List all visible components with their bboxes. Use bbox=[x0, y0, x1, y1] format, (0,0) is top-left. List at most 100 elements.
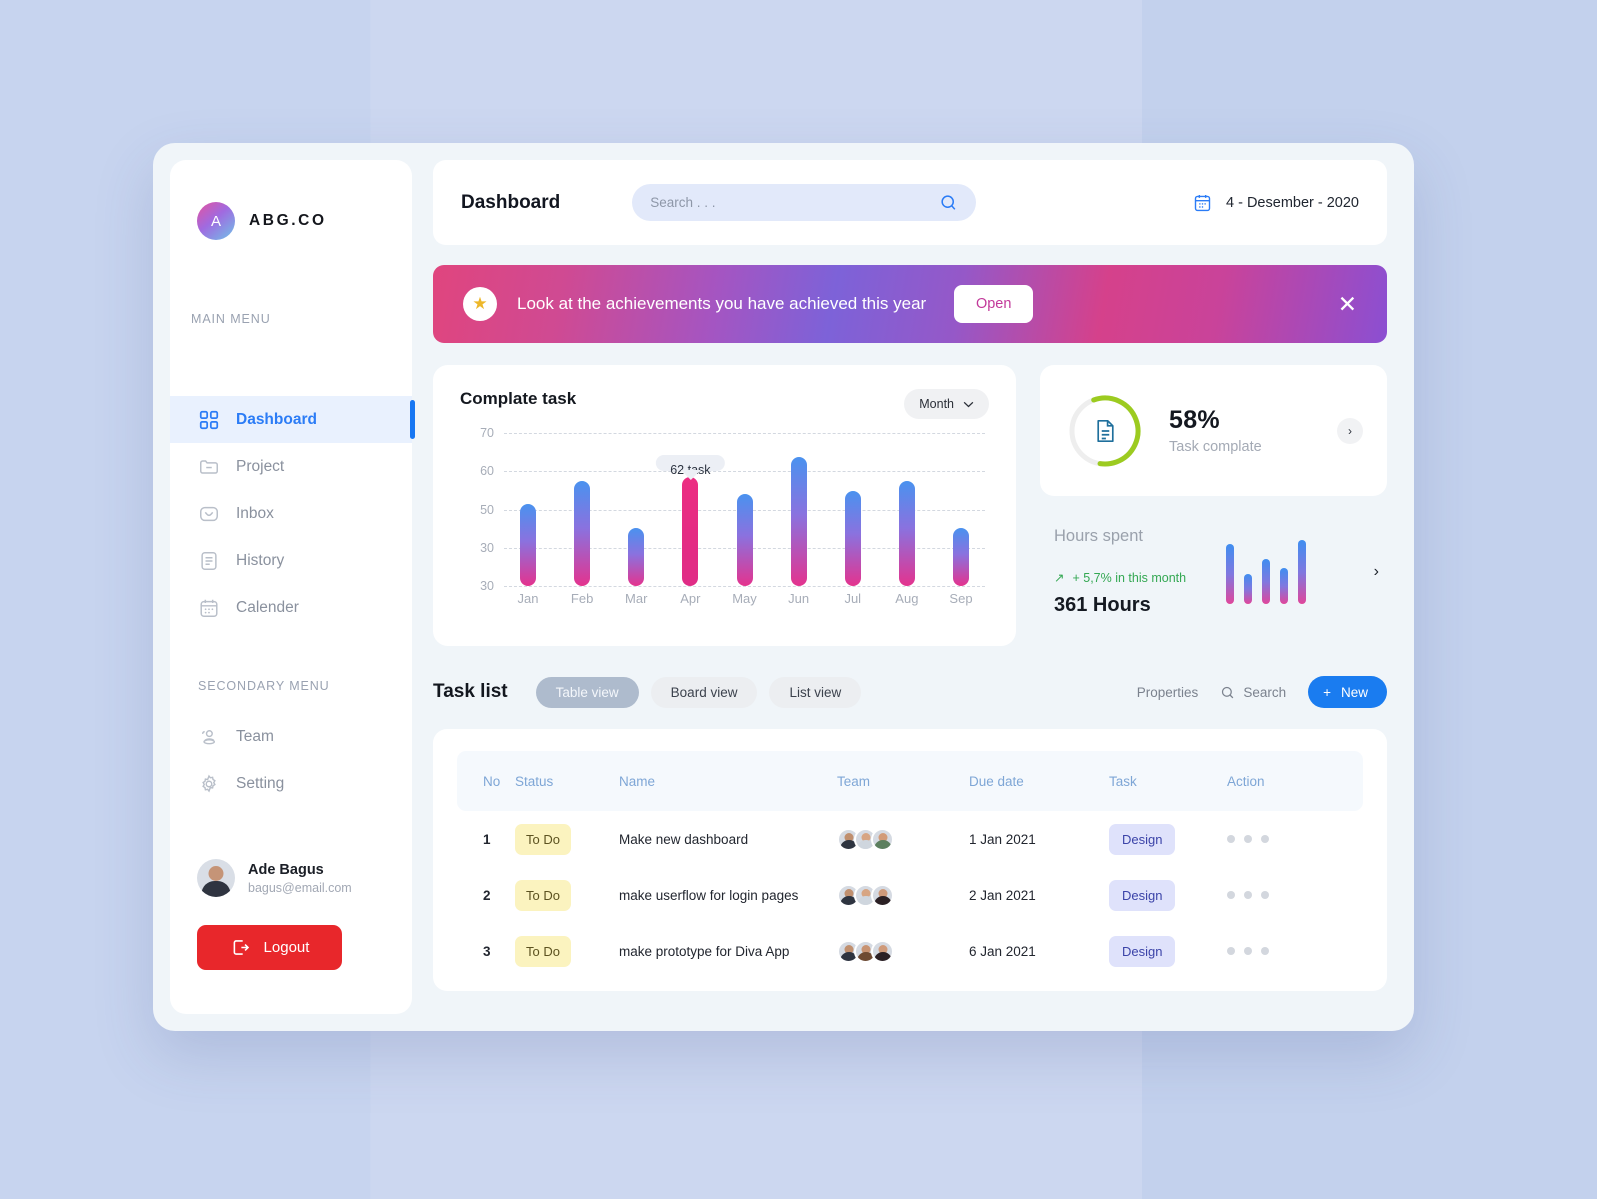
tab-list-view[interactable]: List view bbox=[769, 676, 862, 708]
chart-header: Complate task Month bbox=[460, 389, 989, 419]
app-window: A ABG.CO MAIN MENU Dashboard Project Inb… bbox=[153, 143, 1414, 1031]
period-label: Month bbox=[919, 397, 954, 411]
folder-icon bbox=[198, 456, 220, 478]
table-row[interactable]: 2 To Do make userflow for login pages 2 Jan… bbox=[457, 867, 1363, 923]
sidebar-item-team[interactable]: Team bbox=[170, 713, 412, 760]
sidebar-item-inbox[interactable]: Inbox bbox=[170, 490, 412, 537]
sidebar-item-project[interactable]: Project bbox=[170, 443, 412, 490]
sidebar-item-dashboard[interactable]: Dashboard bbox=[170, 396, 415, 443]
sidebar-item-label: Setting bbox=[236, 774, 285, 792]
envelope-icon bbox=[198, 503, 220, 525]
cell-team bbox=[837, 867, 969, 923]
close-icon[interactable]: ✕ bbox=[1338, 292, 1357, 316]
task-table-card: No Status Name Team Due date Task Action… bbox=[433, 729, 1387, 991]
plus-icon: + bbox=[1323, 684, 1331, 700]
bar-slot[interactable] bbox=[504, 504, 552, 586]
complete-task-chart-card: Complate task Month 70 60 50 30 30 62 task bbox=[433, 365, 1016, 646]
search-icon[interactable] bbox=[939, 193, 958, 212]
cell-no: 3 bbox=[483, 943, 491, 959]
chevron-right-icon[interactable]: › bbox=[1337, 417, 1363, 444]
user-profile[interactable]: Ade Bagus bagus@email.com bbox=[170, 859, 412, 897]
column-header-status: Status bbox=[515, 773, 554, 789]
search-icon bbox=[1220, 685, 1235, 700]
hours-mini-chart bbox=[1226, 540, 1307, 604]
status-badge: To Do bbox=[515, 823, 571, 855]
mid-row: Complate task Month 70 60 50 30 30 62 task bbox=[433, 365, 1387, 646]
mini-bar bbox=[1262, 559, 1271, 604]
main-nav: Dashboard Project Inbox History Calender bbox=[170, 396, 415, 631]
column-header-action: Action bbox=[1227, 773, 1265, 789]
chevron-down-icon bbox=[963, 401, 974, 408]
y-axis-tick: 50 bbox=[480, 502, 494, 517]
donut-text: 58% Task complate bbox=[1169, 406, 1262, 455]
bar[interactable] bbox=[682, 477, 699, 586]
view-tabs: Table view Board view List view bbox=[535, 676, 862, 708]
bar-slot[interactable] bbox=[829, 490, 877, 586]
tab-board-view[interactable]: Board view bbox=[650, 676, 758, 708]
x-axis-tick: Jul bbox=[844, 591, 862, 606]
period-select[interactable]: Month bbox=[904, 389, 989, 419]
bar[interactable] bbox=[628, 528, 645, 586]
sidebar-item-label: Project bbox=[236, 457, 285, 475]
dot bbox=[1244, 835, 1252, 843]
right-column: 58% Task complate › Hours spent ↗ + 5,7%… bbox=[1040, 365, 1387, 646]
sidebar-item-calender[interactable]: Calender bbox=[170, 584, 412, 631]
y-axis-tick: 30 bbox=[480, 540, 494, 555]
secondary-nav: Team Setting bbox=[170, 713, 412, 807]
more-actions-icon[interactable] bbox=[1227, 835, 1363, 843]
achievement-banner: ★ Look at the achievements you have achi… bbox=[433, 265, 1387, 343]
bar-slot[interactable] bbox=[612, 528, 660, 586]
bar[interactable] bbox=[520, 504, 536, 586]
banner-open-button[interactable]: Open bbox=[954, 285, 1034, 323]
document-icon bbox=[1067, 393, 1143, 469]
task-complete-caption: Task complate bbox=[1169, 439, 1262, 455]
task-table: No Status Name Team Due date Task Action… bbox=[457, 751, 1363, 979]
calendar-icon bbox=[1192, 192, 1213, 214]
properties-button[interactable]: Properties bbox=[1137, 685, 1199, 700]
more-actions-icon[interactable] bbox=[1227, 947, 1363, 955]
avatar bbox=[197, 859, 235, 897]
bar-slot[interactable] bbox=[558, 480, 606, 586]
table-row[interactable]: 3 To Do make prototype for Diva App 6 Jan 2… bbox=[457, 923, 1363, 979]
more-actions-icon[interactable] bbox=[1227, 891, 1363, 899]
bar[interactable] bbox=[574, 480, 591, 586]
bar[interactable] bbox=[790, 456, 807, 586]
x-axis: Jan Feb Mar Apr May Jun Jul Aug Sep bbox=[504, 591, 985, 606]
tab-table-view[interactable]: Table view bbox=[535, 676, 639, 708]
main-content: Dashboard Search . . . 4 - Desember - 20… bbox=[412, 143, 1414, 1031]
logout-button[interactable]: Logout bbox=[197, 925, 342, 970]
cell-due-date: 1 Jan 2021 bbox=[969, 831, 1036, 847]
team-avatars bbox=[837, 883, 969, 907]
donut-chart bbox=[1067, 393, 1143, 469]
bar-slot[interactable] bbox=[883, 480, 931, 586]
avatar bbox=[871, 827, 894, 851]
search-input[interactable] bbox=[650, 195, 940, 210]
hours-text: Hours spent ↗ + 5,7% in this month 361 H… bbox=[1054, 527, 1186, 617]
search-box[interactable] bbox=[632, 184, 977, 221]
table-head: No Status Name Team Due date Task Action bbox=[457, 751, 1363, 811]
new-task-button[interactable]: + New bbox=[1308, 676, 1387, 708]
cell-action bbox=[1227, 867, 1363, 923]
bar[interactable] bbox=[898, 480, 915, 586]
sidebar-item-setting[interactable]: Setting bbox=[170, 760, 412, 807]
bar[interactable] bbox=[844, 490, 861, 586]
bar-slot[interactable] bbox=[937, 528, 985, 586]
chevron-right-icon[interactable]: › bbox=[1374, 563, 1379, 581]
star-glyph: ★ bbox=[472, 294, 488, 313]
brand: A ABG.CO bbox=[170, 160, 412, 240]
new-label: New bbox=[1340, 684, 1368, 700]
bar[interactable] bbox=[736, 494, 753, 586]
table-search-button[interactable]: Search bbox=[1220, 685, 1286, 700]
avatar bbox=[871, 939, 894, 963]
cell-action bbox=[1227, 811, 1363, 867]
cell-team bbox=[837, 923, 969, 979]
bar-slot[interactable] bbox=[775, 456, 823, 586]
bar-slot[interactable] bbox=[721, 494, 769, 586]
bar-slot[interactable]: 62 task bbox=[656, 455, 725, 586]
bar[interactable] bbox=[953, 528, 969, 586]
date-display[interactable]: 4 - Desember - 2020 bbox=[1192, 192, 1359, 214]
user-text: Ade Bagus bagus@email.com bbox=[248, 862, 352, 895]
table-row[interactable]: 1 To Do Make new dashboard 1 Jan 2021 Design bbox=[457, 811, 1363, 867]
sidebar-item-history[interactable]: History bbox=[170, 537, 412, 584]
